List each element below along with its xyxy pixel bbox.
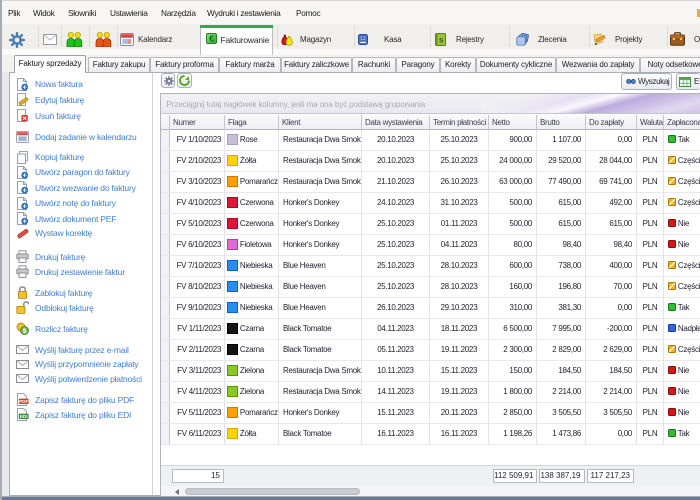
svg-text:+: + <box>23 170 28 178</box>
svg-text:PDF: PDF <box>19 399 28 404</box>
svg-text:+: + <box>23 217 28 225</box>
svg-text:+: + <box>23 201 28 209</box>
svg-text:$: $ <box>23 328 27 335</box>
svg-text:+: + <box>23 186 28 194</box>
svg-text:+: + <box>23 82 28 90</box>
svg-text:EDI: EDI <box>20 414 28 419</box>
svg-text:€: € <box>209 34 214 44</box>
svg-text:s: s <box>438 36 443 45</box>
